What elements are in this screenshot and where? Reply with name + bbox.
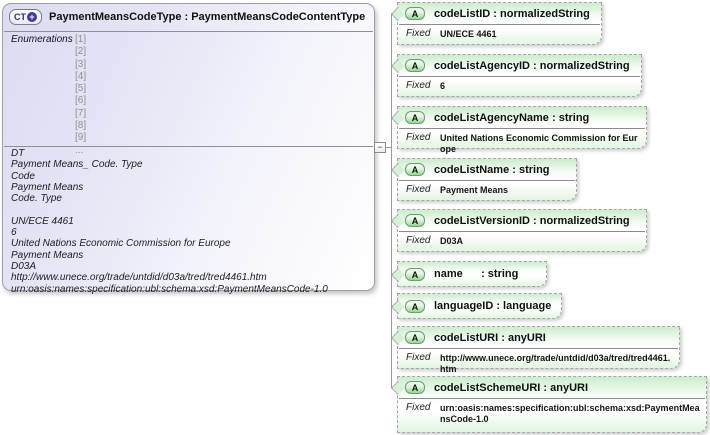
annotation-line: Code (11, 170, 35, 182)
attribute-codeListName[interactable]: A codeListName : string Fixed Payment Me… (397, 158, 577, 201)
annotation-line: Code. Type (11, 193, 62, 205)
attribute-title: name : string (434, 268, 519, 280)
attribute-icon: A (405, 163, 425, 176)
annotation-line: D03A (11, 260, 37, 272)
attribute-codeListVersionID[interactable]: A codeListVersionID : normalizedString F… (397, 209, 647, 252)
attribute-title: codeListAgencyName : string (434, 111, 590, 124)
annotation-line: Payment Means (11, 181, 84, 193)
fixed-value: UN/ECE 4461 (440, 29, 497, 39)
connector-trunk (391, 13, 392, 388)
fixed-value: Payment Means (440, 185, 509, 195)
attribute-icon: A (405, 214, 425, 227)
attribute-codeListAgencyName[interactable]: A codeListAgencyName : string Fixed Unit… (397, 106, 647, 154)
attribute-title: codeListName : string (434, 163, 550, 176)
annotation-block: DT Payment Means_ Code. Type Code Paymen… (11, 148, 368, 295)
fixed-value: United Nations Economic Commission for E… (440, 133, 638, 154)
attribute-title: codeListURI : anyURI (434, 331, 546, 344)
fixed-value: urn:oasis:names:specification:ubl:schema… (440, 403, 700, 424)
attribute-icon: A (405, 59, 425, 72)
fixed-value: http://www.unece.org/trade/untdid/d03a/t… (440, 353, 671, 374)
attribute-icon: A (405, 331, 425, 344)
annotation-divider (4, 146, 373, 147)
enum-value: [5] (75, 83, 87, 95)
annotation-line: Payment Means (11, 249, 84, 261)
schema-diagram-canvas: CT + PaymentMeansCodeType : PaymentMeans… (0, 0, 710, 435)
annotation-line (11, 204, 368, 215)
attribute-title: codeListID : normalizedString (434, 7, 590, 20)
fixed-label: Fixed (406, 352, 431, 363)
attribute-title: codeListSchemeURI : anyURI (434, 381, 589, 394)
attribute-title: languageID : language (434, 300, 552, 312)
enum-value: [9] (75, 132, 87, 144)
attribute-title: codeListVersionID : normalizedString (434, 214, 630, 227)
complex-type-box[interactable]: CT + PaymentMeansCodeType : PaymentMeans… (2, 3, 375, 295)
expand-plus-icon[interactable]: + (27, 12, 37, 22)
enum-value: [4] (75, 70, 87, 82)
enumerations-list: [1] [2] [3] [4] [5] [6] [7] [8] [9] ... (75, 34, 86, 157)
enum-value: [6] (75, 95, 87, 107)
annotation-line: UN/ECE 4461 (11, 215, 74, 227)
enum-value: [7] (75, 107, 87, 119)
annotation-line: urn:oasis:names:specification:ubl:schema… (11, 283, 328, 295)
enumerations-label: Enumerations (11, 34, 73, 45)
attribute-icon: A (405, 299, 425, 313)
fixed-label: Fixed (406, 402, 431, 413)
attribute-codeListSchemeURI[interactable]: A codeListSchemeURI : anyURI Fixed urn:o… (397, 376, 707, 433)
attribute-codeListAgencyID[interactable]: A codeListAgencyID : normalizedString Fi… (397, 54, 642, 97)
annotation-line: http://www.unece.org/trade/untdid/d03a/t… (11, 272, 267, 284)
complex-type-title: PaymentMeansCodeType : PaymentMeansCodeC… (49, 11, 366, 23)
fixed-value: 6 (440, 81, 446, 91)
fixed-label: Fixed (406, 184, 431, 195)
fixed-label: Fixed (406, 80, 431, 91)
annotation-line: DT (11, 148, 25, 159)
attribute-name[interactable]: A name : string (397, 261, 547, 287)
attribute-languageID[interactable]: A languageID : language (397, 293, 562, 319)
complex-type-icon[interactable]: CT + (9, 9, 42, 25)
fixed-label: Fixed (406, 235, 431, 246)
header-divider (4, 31, 373, 32)
annotation-line: Payment Means_ Code. Type (11, 159, 143, 171)
fixed-value: D03A (440, 236, 464, 246)
ct-icon-label: CT (14, 12, 26, 22)
fixed-label: Fixed (406, 132, 431, 143)
enum-value: [2] (75, 46, 87, 58)
enum-value: [8] (75, 120, 87, 132)
annotation-line: 6 (11, 227, 17, 239)
enum-value: [1] (75, 34, 87, 45)
attribute-title: codeListAgencyID : normalizedString (434, 59, 630, 72)
attribute-icon: A (405, 381, 425, 394)
attribute-icon: A (405, 111, 425, 124)
attribute-codeListID[interactable]: A codeListID : normalizedString Fixed UN… (397, 2, 602, 45)
annotation-line: United Nations Economic Commission for E… (11, 238, 231, 250)
complex-type-header: CT + PaymentMeansCodeType : PaymentMeans… (3, 4, 374, 30)
enum-value: [3] (75, 58, 87, 70)
collapse-button[interactable]: − (374, 142, 386, 153)
attribute-codeListURI[interactable]: A codeListURI : anyURI Fixed http://www.… (397, 326, 680, 374)
attribute-icon: A (405, 267, 425, 281)
attribute-icon: A (405, 7, 425, 20)
fixed-label: Fixed (406, 28, 431, 39)
